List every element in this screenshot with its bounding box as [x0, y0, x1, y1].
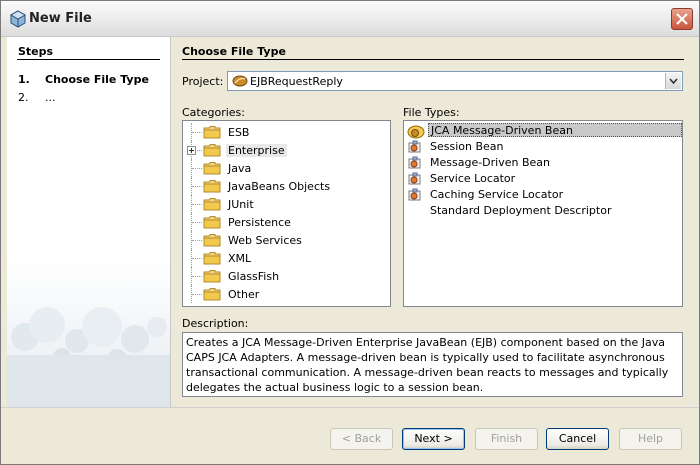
category-item[interactable]: Persistence	[183, 213, 383, 231]
category-label: Enterprise	[226, 144, 287, 157]
main-panel: Choose File Type Project: EJBRequestRepl…	[172, 37, 699, 407]
file-type-item[interactable]: JCA Message-Driven Bean	[404, 123, 682, 139]
file-type-label: Session Bean	[430, 140, 504, 153]
category-item[interactable]: ESB	[183, 123, 383, 141]
file-type-label: Caching Service Locator	[430, 188, 564, 201]
file-type-label: JCA Message-Driven Bean	[428, 123, 682, 137]
file-types-label: File Types:	[403, 106, 460, 119]
folder-icon	[203, 269, 221, 286]
category-item[interactable]: Web Services	[183, 231, 383, 249]
category-item[interactable]: Enterprise	[183, 141, 383, 159]
folder-icon	[203, 179, 221, 196]
category-item[interactable]: GlassFish	[183, 267, 383, 285]
folder-icon	[203, 143, 221, 160]
cancel-button[interactable]: Cancel	[546, 428, 609, 450]
file-type-label: Message-Driven Bean	[430, 156, 551, 169]
step-number: 1.	[18, 73, 30, 86]
folder-icon	[203, 233, 221, 250]
folder-icon	[203, 125, 221, 142]
window-title: New File	[29, 11, 92, 26]
categories-tree[interactable]: ESB Enterprise Java JavaBeans Objects JUnit P…	[182, 120, 391, 307]
expand-icon[interactable]	[187, 146, 196, 155]
folder-icon	[203, 287, 221, 304]
file-type-item[interactable]: Message-Driven Bean	[404, 155, 682, 171]
category-label: XML	[228, 252, 252, 265]
cube-icon	[9, 10, 27, 28]
category-label: GlassFish	[228, 270, 280, 283]
step-label: Choose File Type	[45, 73, 149, 86]
category-item[interactable]: Other	[183, 285, 383, 303]
category-label: JUnit	[228, 198, 254, 211]
file-type-item[interactable]: Session Bean	[404, 139, 682, 155]
file-type-label: Standard Deployment Descriptor	[430, 204, 612, 217]
file-type-item[interactable]: Service Locator	[404, 171, 682, 187]
category-label: Web Services	[228, 234, 302, 247]
description-label: Description:	[182, 317, 249, 330]
close-icon	[676, 13, 688, 25]
dropdown-button[interactable]	[665, 73, 681, 89]
finish-button[interactable]: Finish	[475, 428, 538, 450]
file-type-item[interactable]: Standard Deployment Descriptor	[404, 203, 682, 219]
step-2: 2....	[18, 91, 56, 104]
file-type-item[interactable]: Caching Service Locator	[404, 187, 682, 203]
folder-icon	[203, 161, 221, 178]
folder-icon	[203, 251, 221, 268]
description-text: Creates a JCA Message-Driven Enterprise …	[182, 332, 683, 397]
step-number: 2.	[18, 91, 29, 104]
button-bar: < Back Next > Finish Cancel Help	[1, 407, 699, 464]
steps-panel: Steps 1. Choose File Type 2....	[7, 37, 171, 407]
project-value: EJBRequestReply	[250, 75, 343, 88]
category-item[interactable]: JUnit	[183, 195, 383, 213]
project-dropdown[interactable]: EJBRequestReply	[227, 71, 683, 91]
help-button[interactable]: Help	[619, 428, 682, 450]
step-label: ...	[45, 91, 56, 104]
category-label: Other	[228, 288, 260, 301]
page-title: Choose File Type	[182, 45, 286, 58]
close-button[interactable]	[671, 8, 693, 30]
folder-icon	[203, 197, 221, 214]
categories-label: Categories:	[182, 106, 245, 119]
folder-icon	[203, 215, 221, 232]
title-bar[interactable]: New File	[1, 1, 699, 37]
file-type-label: Service Locator	[430, 172, 516, 185]
category-label: ESB	[228, 126, 250, 139]
category-item[interactable]: XML	[183, 249, 383, 267]
coffee-bean-icon	[232, 75, 248, 87]
category-label: Java	[228, 162, 252, 175]
steps-heading: Steps	[18, 45, 54, 58]
category-item[interactable]: JavaBeans Objects	[183, 177, 383, 195]
title-divider	[182, 59, 684, 60]
back-button[interactable]: < Back	[330, 428, 393, 450]
chevron-down-icon	[669, 78, 678, 84]
steps-divider	[17, 59, 160, 60]
next-button[interactable]: Next >	[402, 428, 465, 450]
new-file-dialog: New File Steps 1. Choose File Type 2....	[0, 0, 700, 465]
decorative-bubbles	[7, 307, 170, 407]
category-label: Persistence	[228, 216, 291, 229]
category-label: JavaBeans Objects	[228, 180, 331, 193]
project-label: Project:	[182, 75, 224, 88]
file-types-list[interactable]: JCA Message-Driven Bean Session Bean Messa…	[403, 120, 683, 307]
step-1: 1. Choose File Type	[18, 73, 149, 86]
category-item[interactable]: Java	[183, 159, 383, 177]
